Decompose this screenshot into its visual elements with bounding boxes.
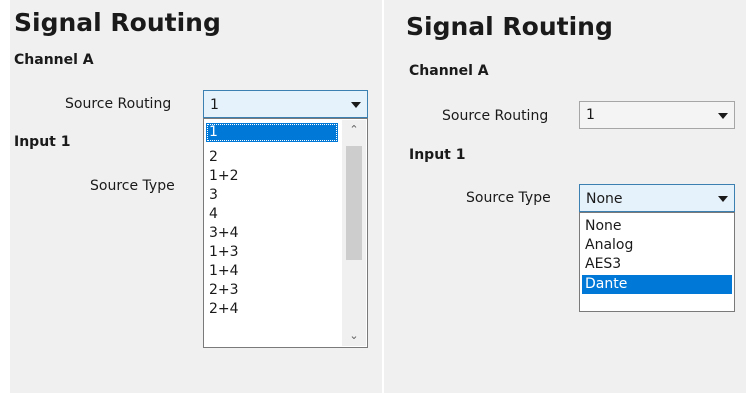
source-routing-select[interactable]: 1 [203, 90, 368, 118]
source-routing-dropdown-list[interactable]: 1 2 1+2 3 4 3+4 1+3 1+4 2+3 2+4 ⌃ ⌄ [203, 118, 368, 348]
type-option-aes3[interactable]: AES3 [582, 255, 732, 274]
chevron-down-icon[interactable]: ⌄ [342, 326, 366, 346]
type-option-dante[interactable]: Dante [582, 275, 732, 294]
type-option-analog[interactable]: Analog [582, 236, 732, 255]
source-type-select[interactable]: None [579, 184, 735, 212]
scrollbar-thumb[interactable] [346, 146, 362, 260]
channel-heading: Channel A [409, 63, 489, 79]
source-routing-label: Source Routing [442, 108, 549, 124]
routing-option-2-3[interactable]: 2+3 [206, 281, 338, 300]
chevron-up-icon[interactable]: ⌃ [342, 120, 366, 140]
source-type-label: Source Type [90, 178, 175, 194]
chevron-down-icon[interactable] [718, 196, 728, 202]
routing-option-1-3[interactable]: 1+3 [206, 243, 338, 262]
input-heading: Input 1 [14, 134, 71, 150]
source-routing-value: 1 [586, 107, 595, 123]
page-title: Signal Routing [406, 12, 613, 41]
routing-option-3[interactable]: 3 [206, 186, 338, 205]
routing-option-1[interactable]: 1 [206, 123, 338, 142]
routing-option-1-4[interactable]: 1+4 [206, 262, 338, 281]
right-panel: Signal Routing Channel A Source Routing … [384, 0, 746, 393]
type-option-none[interactable]: None [582, 217, 732, 236]
chevron-down-icon[interactable] [718, 113, 728, 119]
routing-option-2[interactable]: 2 [206, 148, 338, 167]
source-routing-value: 1 [210, 97, 219, 113]
routing-option-3-4[interactable]: 3+4 [206, 224, 338, 243]
page-title: Signal Routing [14, 8, 221, 37]
routing-option-1-2[interactable]: 1+2 [206, 167, 338, 186]
routing-option-2-4[interactable]: 2+4 [206, 300, 338, 319]
input-heading: Input 1 [409, 147, 466, 163]
source-type-value: None [586, 191, 623, 207]
channel-heading: Channel A [14, 52, 94, 68]
routing-option-4[interactable]: 4 [206, 205, 338, 224]
source-routing-select[interactable]: 1 [579, 101, 735, 129]
source-type-label: Source Type [466, 190, 551, 206]
source-routing-label: Source Routing [65, 96, 172, 112]
dropdown-scrollbar[interactable]: ⌃ ⌄ [342, 120, 366, 346]
source-type-dropdown-list[interactable]: None Analog AES3 Dante [579, 212, 735, 312]
chevron-down-icon[interactable] [351, 102, 361, 108]
left-panel: Signal Routing Channel A Source Routing … [10, 0, 382, 393]
